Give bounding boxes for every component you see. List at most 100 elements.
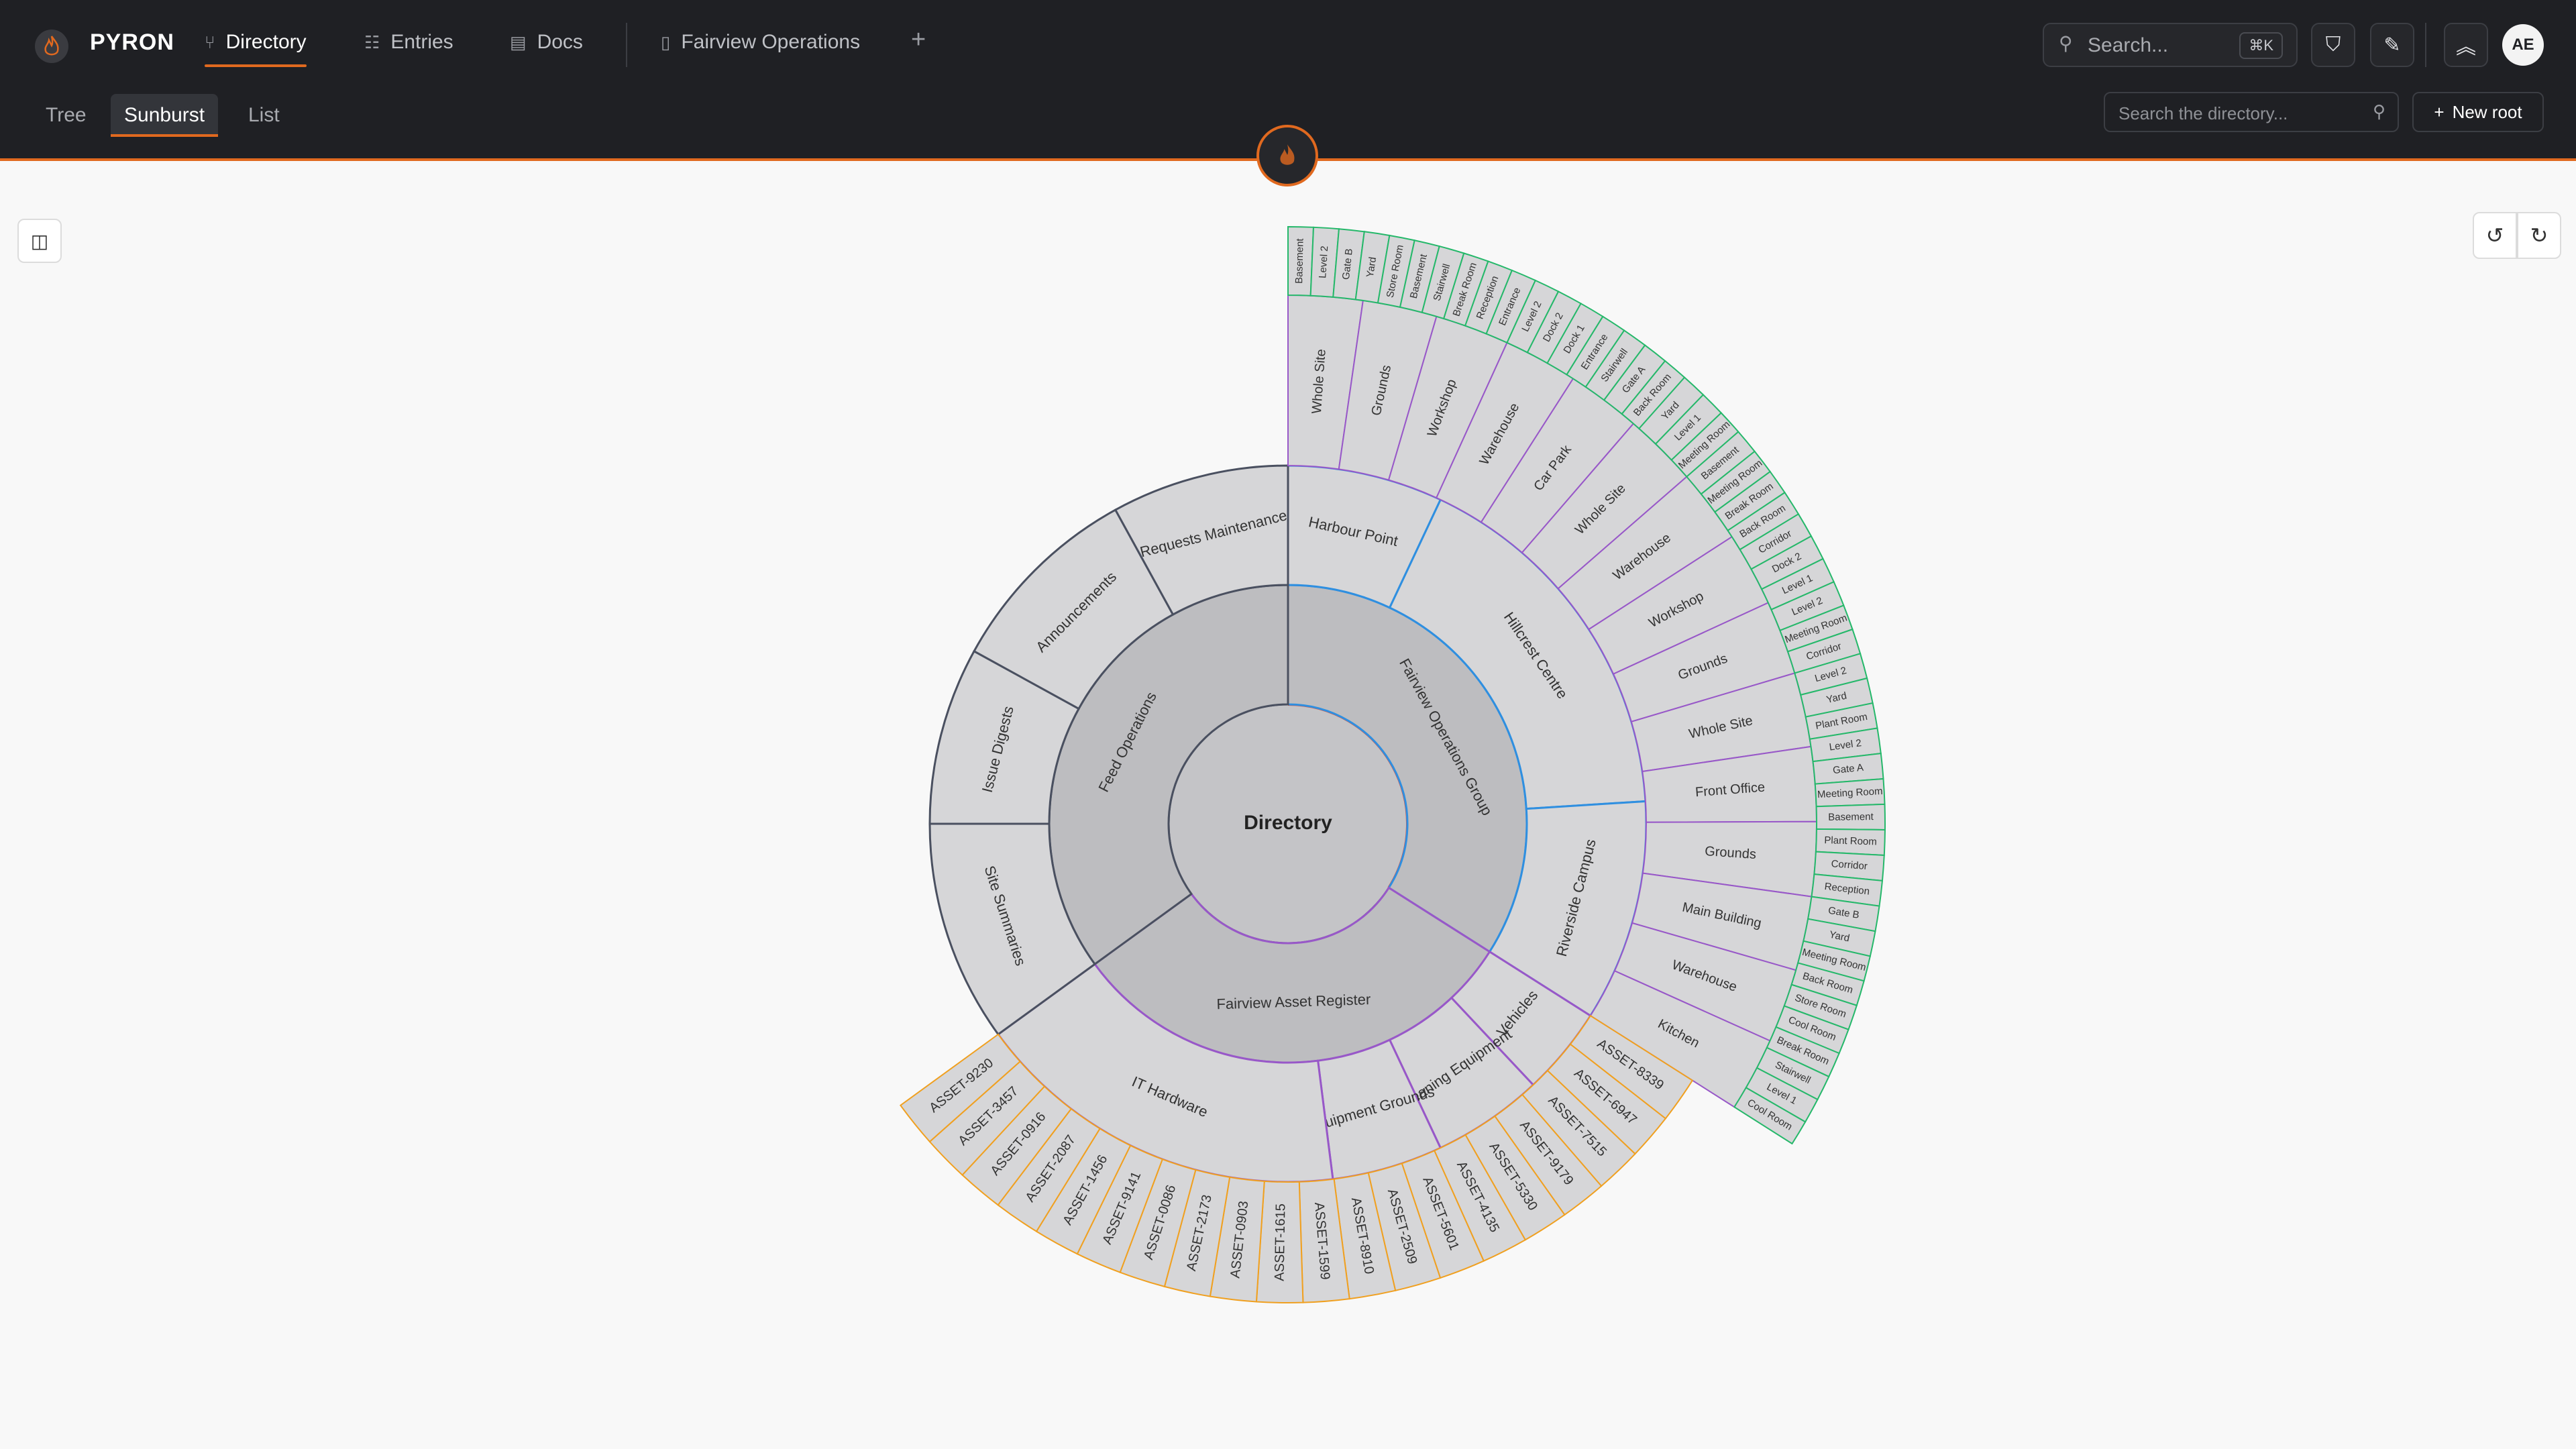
sunburst-level3-segment[interactable] <box>1557 476 1733 631</box>
sunburst-asset-segment[interactable] <box>1163 1169 1231 1297</box>
sunburst-level4-segment[interactable] <box>1814 777 1886 808</box>
sunburst-level4-segment[interactable] <box>1377 234 1415 309</box>
sunburst-level3-segment[interactable] <box>1387 315 1508 499</box>
sunburst-asset-segment[interactable] <box>1333 1172 1397 1300</box>
sunburst-level4-segment[interactable] <box>1309 226 1340 298</box>
pyron-logo-icon[interactable] <box>35 30 68 63</box>
sunburst-asset-segment[interactable] <box>1076 1144 1164 1273</box>
sunburst-level2-segment[interactable] <box>1488 800 1648 1018</box>
sunburst-level2-segment[interactable] <box>996 963 1334 1183</box>
sunburst-level4-segment[interactable] <box>1354 231 1391 304</box>
sunburst-level2-segment[interactable] <box>1316 1038 1442 1181</box>
global-search[interactable]: ⚲ Search... ⌘K <box>2043 23 2298 67</box>
sunburst-level3-segment[interactable] <box>1630 672 1812 773</box>
sunburst-level4-segment[interactable] <box>1803 918 1876 957</box>
sunburst-asset-segment[interactable] <box>1255 1180 1304 1303</box>
sunburst-asset-segment[interactable] <box>1521 1069 1636 1187</box>
sunburst-level2-segment[interactable] <box>1388 498 1647 810</box>
shield-button[interactable]: ⛉ <box>2311 23 2355 67</box>
sunburst-level4-segment[interactable] <box>1766 1026 1840 1078</box>
sunburst-level4-segment[interactable] <box>1794 653 1868 696</box>
sunburst-asset-segment[interactable] <box>1494 1093 1603 1216</box>
sunburst-level1-segment[interactable] <box>1287 584 1528 953</box>
sunburst-level4-segment[interactable] <box>1442 252 1489 327</box>
sunburst-level2-segment[interactable] <box>1114 464 1289 616</box>
sunburst-level4-segment[interactable] <box>1770 581 1845 632</box>
tab-directory[interactable]: ⑂ Directory <box>205 31 307 67</box>
sunburst-level4-segment[interactable] <box>1809 727 1882 763</box>
sunburst-level4-segment[interactable] <box>1566 315 1625 388</box>
sunburst-level4-segment[interactable] <box>1745 1067 1819 1123</box>
sunburst-level4-segment[interactable] <box>1546 303 1604 376</box>
sunburst-level4-segment[interactable] <box>1756 1046 1830 1101</box>
sunburst-level4-segment[interactable] <box>1485 269 1537 344</box>
sunburst-level4-segment[interactable] <box>1421 245 1465 320</box>
sunburst-level3-segment[interactable] <box>1338 299 1438 481</box>
sunburst-asset-segment[interactable] <box>1464 1115 1566 1241</box>
sunburst-level4-segment[interactable] <box>1464 260 1513 335</box>
sunburst-level4-segment[interactable] <box>1685 431 1756 495</box>
sunburst-level2-segment[interactable] <box>973 508 1175 710</box>
directory-search-input[interactable] <box>2117 101 2361 125</box>
sunburst-level4-segment[interactable] <box>1775 1005 1849 1055</box>
sunburst-level4-segment[interactable] <box>1638 376 1705 445</box>
sunburst-level2-segment[interactable] <box>1388 996 1535 1150</box>
sunburst-level4-segment[interactable] <box>1621 360 1686 430</box>
sunburst-level4-segment[interactable] <box>1812 752 1884 785</box>
sunburst-asset-segment[interactable] <box>1209 1176 1265 1303</box>
avatar[interactable]: AE <box>2502 24 2544 66</box>
tab-fairview-operations[interactable]: ▯ Fairview Operations <box>661 31 860 54</box>
sunburst-asset-segment[interactable] <box>899 1033 1021 1143</box>
collapse-button[interactable]: ︽ <box>2444 23 2488 67</box>
rotate-right-button[interactable]: ↻ <box>2517 212 2561 259</box>
sunburst-level4-segment[interactable] <box>1783 983 1858 1031</box>
sunburst-level4-segment[interactable] <box>1790 962 1865 1007</box>
sunburst-level4-segment[interactable] <box>1332 228 1365 301</box>
tab-docs[interactable]: ▤ Docs <box>510 31 583 54</box>
sunburst-asset-segment[interactable] <box>1546 1043 1667 1155</box>
sunburst-level4-segment[interactable] <box>1526 290 1582 364</box>
view-tab-tree[interactable]: Tree <box>32 94 100 137</box>
sunburst-level3-segment[interactable] <box>1613 922 1797 1042</box>
sunburst-level4-segment[interactable] <box>1786 628 1862 674</box>
sunburst-level4-segment[interactable] <box>1700 450 1772 513</box>
sunburst-level4-segment[interactable] <box>1603 344 1666 415</box>
sunburst-level4-segment[interactable] <box>1800 677 1874 718</box>
sunburst-level3-segment[interactable] <box>1435 341 1574 523</box>
sunburst-level4-segment[interactable] <box>1815 828 1886 857</box>
sunburst-level4-segment[interactable] <box>1399 239 1440 313</box>
sunburst-asset-segment[interactable] <box>997 1108 1101 1232</box>
sunburst-level4-segment[interactable] <box>1654 394 1723 462</box>
sunburst-level4-segment[interactable] <box>1287 225 1315 297</box>
sunburst-level3-segment[interactable] <box>1480 378 1635 554</box>
sunburst-level4-segment[interactable] <box>1585 329 1646 401</box>
sunburst-level4-segment[interactable] <box>1760 557 1835 611</box>
magic-wand-button[interactable]: ✎ <box>2370 23 2414 67</box>
sunburst-level1-segment[interactable] <box>1048 584 1289 966</box>
view-tab-list[interactable]: List <box>235 94 293 137</box>
sunburst-level3-segment[interactable] <box>1631 872 1813 971</box>
view-tab-sunburst[interactable]: Sunburst <box>111 94 219 137</box>
rotate-left-button[interactable]: ↺ <box>2473 212 2517 259</box>
sunburst-level4-segment[interactable] <box>1811 873 1884 907</box>
new-root-button[interactable]: + New root <box>2412 92 2544 132</box>
sunburst-asset-segment[interactable] <box>1119 1158 1197 1288</box>
sunburst-level2-segment[interactable] <box>928 649 1081 825</box>
sunburst-level4-segment[interactable] <box>1733 1087 1807 1145</box>
sunburst-root[interactable] <box>1167 703 1409 945</box>
add-tab-button[interactable]: + <box>911 25 926 54</box>
sunburst-level4-segment[interactable] <box>1815 803 1886 830</box>
sunburst-level4-segment[interactable] <box>1739 513 1813 570</box>
sunburst-level3-segment[interactable] <box>1589 969 1771 1108</box>
sunburst-level3-segment[interactable] <box>1612 602 1796 723</box>
sunburst-level3-segment[interactable] <box>1642 745 1817 823</box>
sunburst-asset-segment[interactable] <box>1367 1163 1442 1292</box>
sunburst-level4-segment[interactable] <box>1506 279 1560 354</box>
sunburst-level3-segment[interactable] <box>1588 535 1770 676</box>
sunburst-level4-segment[interactable] <box>1796 940 1872 982</box>
sunburst-level3-segment[interactable] <box>1521 423 1688 590</box>
sunburst-level3-segment[interactable] <box>1287 294 1364 470</box>
sunburst-asset-segment[interactable] <box>1569 1014 1694 1120</box>
sunburst-level4-segment[interactable] <box>1813 851 1885 881</box>
sunburst-level4-segment[interactable] <box>1727 491 1800 551</box>
